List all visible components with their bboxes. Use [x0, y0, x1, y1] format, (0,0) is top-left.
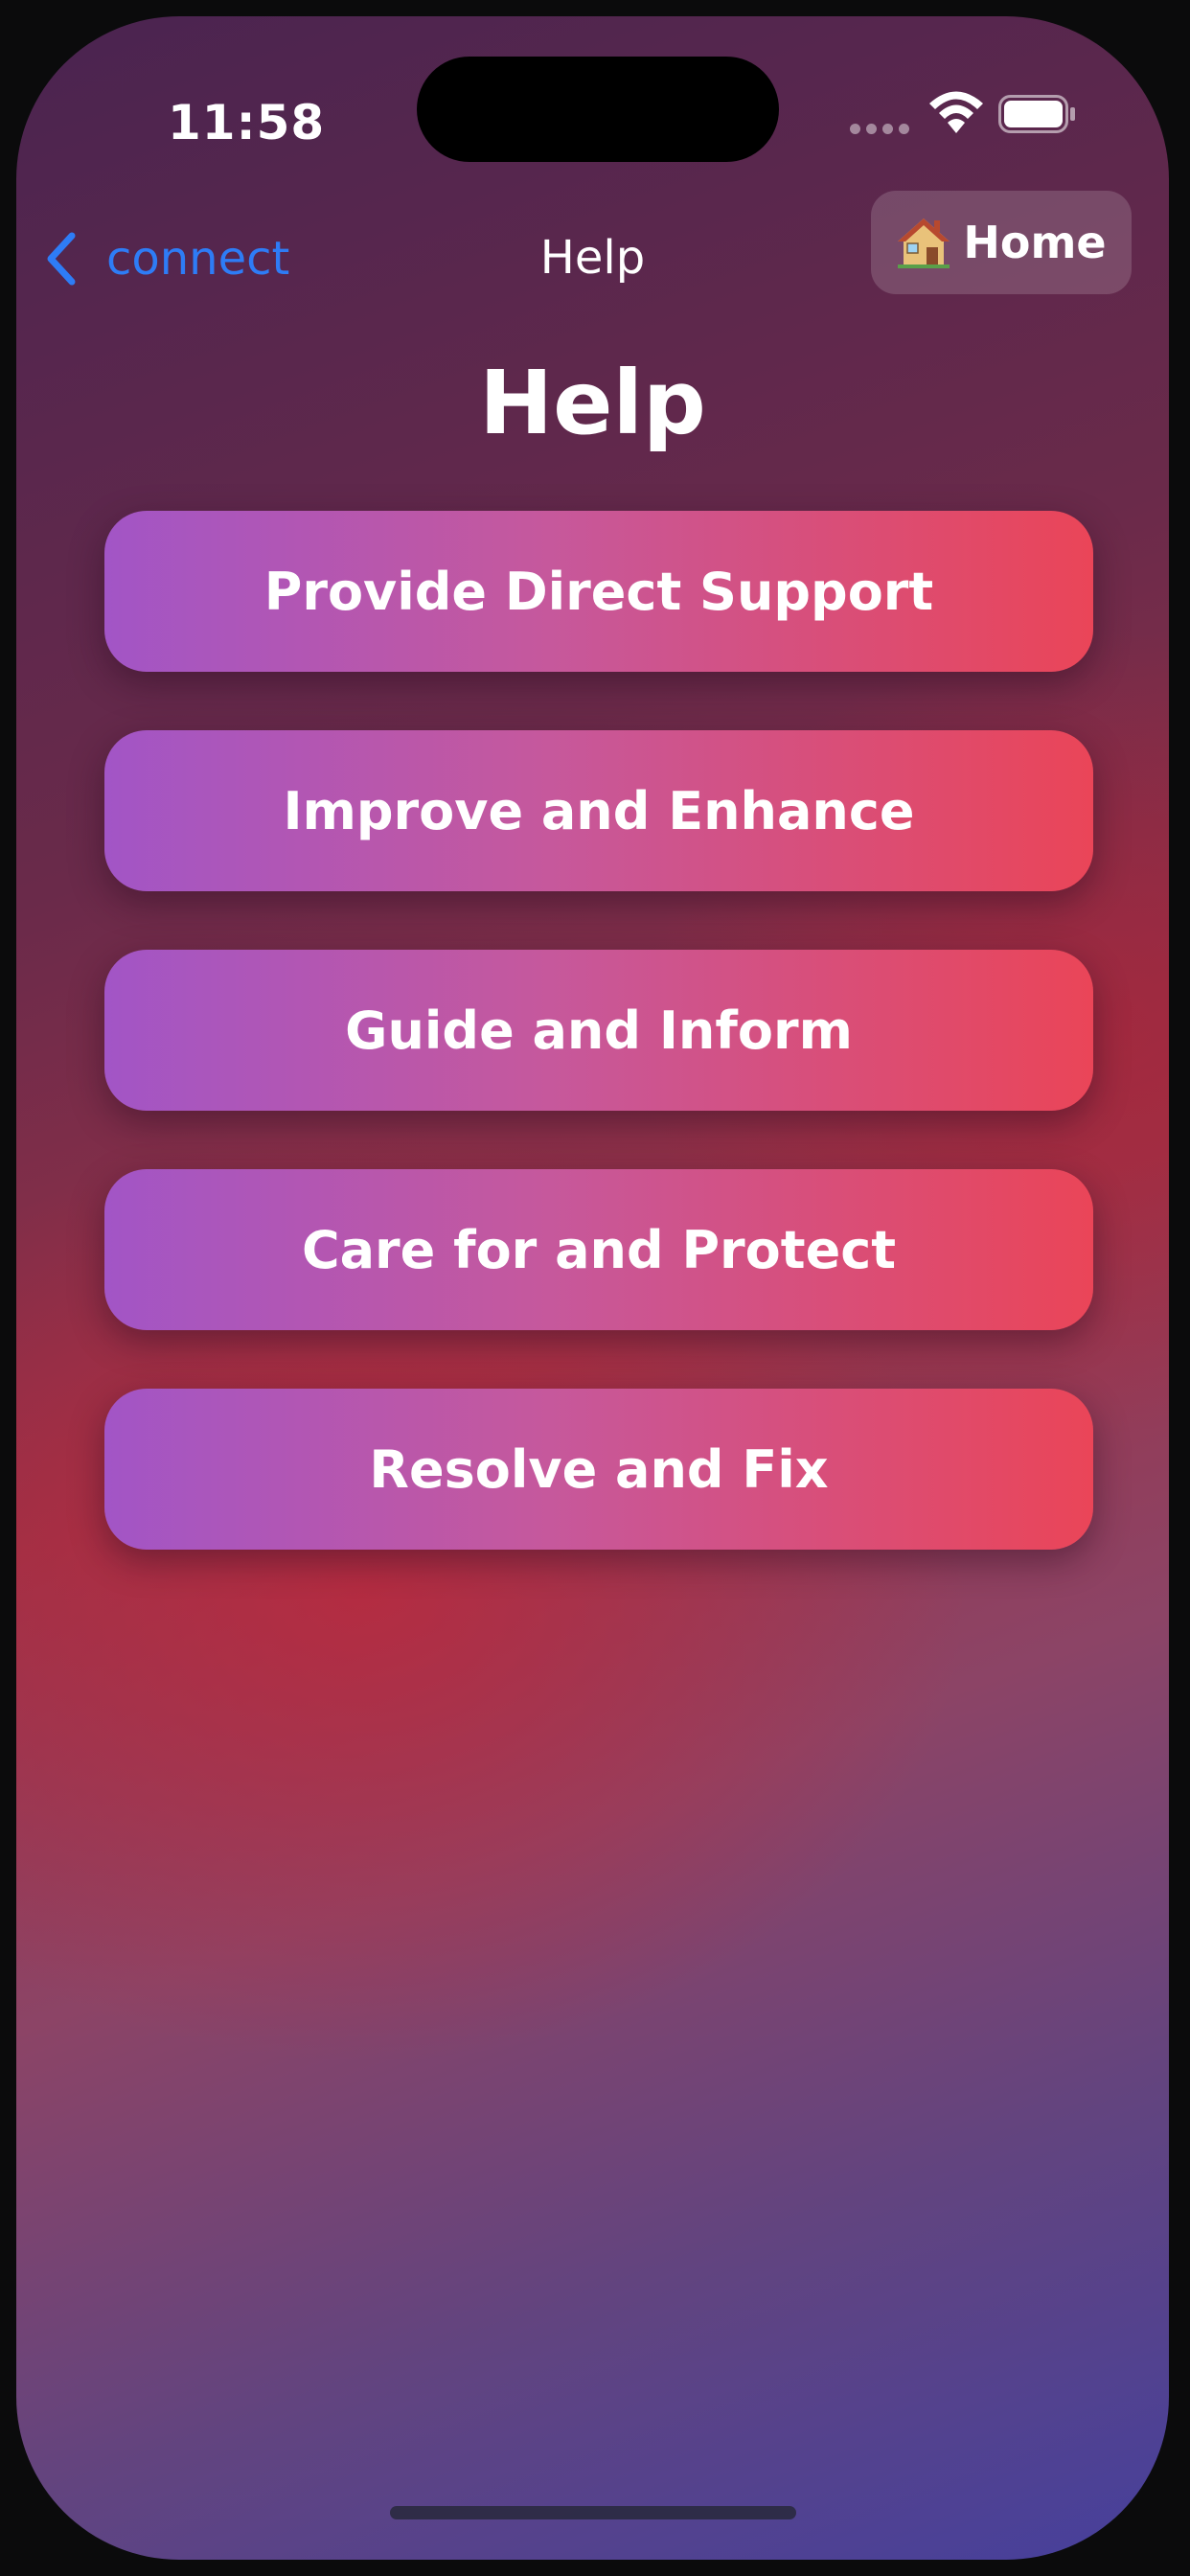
status-time: 11:58: [168, 95, 326, 150]
home-button-label: Home: [963, 217, 1107, 268]
help-options-list: Provide Direct Support Improve and Enhan…: [104, 511, 1093, 1608]
wifi-icon: [929, 91, 983, 133]
back-button[interactable]: connect: [41, 216, 289, 302]
back-button-label: connect: [106, 232, 290, 286]
device-frame: 11:58 connect Help Home Help Provide Dir…: [0, 0, 1190, 2576]
cellular-signal-icon: [850, 124, 909, 134]
page-title: Help: [479, 352, 706, 454]
improve-and-enhance-button[interactable]: Improve and Enhance: [104, 730, 1093, 891]
chevron-left-icon: [47, 232, 76, 286]
battery-icon: [998, 95, 1075, 133]
app-screen: 11:58 connect Help Home Help Provide Dir…: [16, 16, 1169, 2560]
provide-direct-support-button[interactable]: Provide Direct Support: [104, 511, 1093, 672]
home-indicator[interactable]: [390, 2506, 796, 2519]
dynamic-island: [417, 57, 779, 162]
care-for-and-protect-button[interactable]: Care for and Protect: [104, 1169, 1093, 1330]
home-button[interactable]: Home: [871, 191, 1132, 294]
guide-and-inform-button[interactable]: Guide and Inform: [104, 950, 1093, 1111]
house-icon: [898, 218, 950, 268]
resolve-and-fix-button[interactable]: Resolve and Fix: [104, 1389, 1093, 1550]
